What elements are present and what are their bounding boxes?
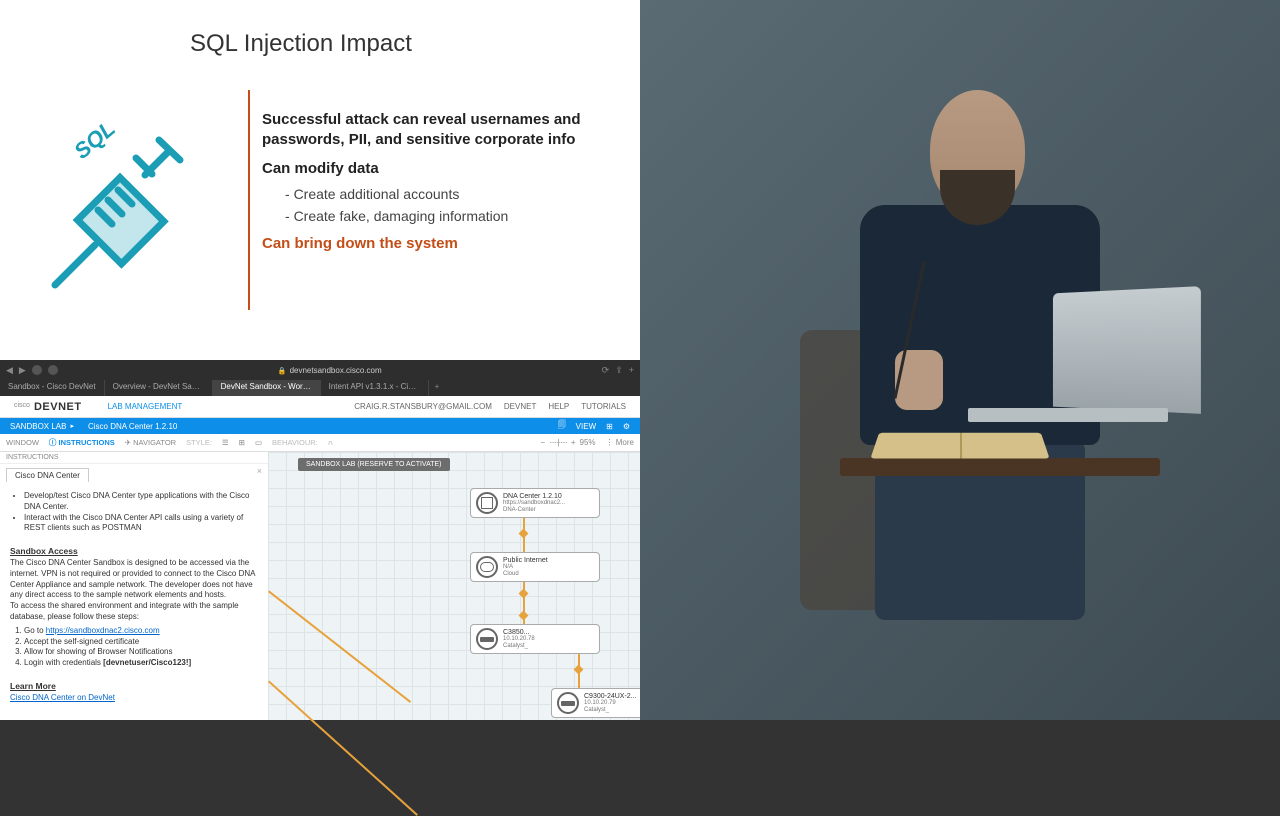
browser-toolbar: ◀ ▶ 🔒devnetsandbox.cisco.com ⟳ ⇪ + <box>0 360 640 380</box>
device-icon <box>476 492 498 514</box>
style-grid-icon[interactable]: ⊞ <box>239 438 245 447</box>
sandbox-window: ◀ ▶ 🔒devnetsandbox.cisco.com ⟳ ⇪ + Sandb… <box>0 360 640 720</box>
presenter-video <box>640 0 1280 720</box>
address-bar[interactable]: 🔒devnetsandbox.cisco.com <box>64 366 596 375</box>
slide-divider <box>248 90 250 310</box>
step-item: Accept the self-signed certificate <box>24 637 258 648</box>
browser-tab[interactable]: Intent API v1.3.1.x - Cisco DNA Center R… <box>321 380 429 396</box>
table-shape <box>840 458 1160 476</box>
slide-point-1: Successful attack can reveal usernames a… <box>262 110 640 151</box>
instr-p: To access the shared environment and int… <box>10 601 239 621</box>
nav-tutorials[interactable]: TUTORIALS <box>581 402 626 411</box>
more-menu[interactable]: ⋮ More <box>606 438 634 447</box>
browser-tab-active[interactable]: DevNet Sandbox - Workspace - Lab Catalog… <box>213 380 321 396</box>
node-dna-center[interactable]: DNA Center 1.2.10https://sandboxdnac2...… <box>470 488 600 518</box>
lock-icon: 🔒 <box>278 368 287 375</box>
instructions-panel: INSTRUCTIONS × Cisco DNA Center Develop/… <box>0 452 268 720</box>
magnet-icon[interactable]: ∩ <box>328 438 333 447</box>
sidebar-toggle-icon[interactable] <box>32 365 42 375</box>
canvas-toolbar: WINDOW ⓘ INSTRUCTIONS ✈ NAVIGATOR STYLE:… <box>0 434 640 452</box>
close-panel-icon[interactable]: × <box>257 466 262 476</box>
instr-li: Interact with the Cisco DNA Center API c… <box>24 513 258 535</box>
dna-center-tab[interactable]: Cisco DNA Center <box>6 468 89 482</box>
lab-management-link[interactable]: LAB MANAGEMENT <box>108 402 183 411</box>
reload-icon[interactable]: ⟳ <box>602 365 610 376</box>
notebook-shape <box>870 433 1049 459</box>
slide-point-2: Can modify data <box>262 160 379 177</box>
reserve-label[interactable]: SANDBOX LAB (RESERVE TO ACTIVATE) <box>298 458 450 471</box>
browser-tab[interactable]: Sandbox - Cisco DevNet <box>0 380 105 396</box>
connector-diamond-icon <box>519 611 529 621</box>
zoom-value: 95% <box>580 438 596 447</box>
user-email[interactable]: CRAIG.R.STANSBURY@GMAIL.COM <box>354 402 492 411</box>
learn-more-link[interactable]: Cisco DNA Center on DevNet <box>10 693 115 702</box>
slide-point-red: Can bring down the system <box>262 235 458 252</box>
step-item: Go to https://sandboxdnac2.cisco.com <box>24 626 258 637</box>
nav-help[interactable]: HELP <box>548 402 569 411</box>
zoom-slider[interactable]: ·····|····· <box>549 438 567 447</box>
lab-name[interactable]: Cisco DNA Center 1.2.10 <box>88 422 177 431</box>
laptop-base-shape <box>968 408 1168 422</box>
sandbox-lab-label: SANDBOX LAB <box>10 422 66 431</box>
share-icon[interactable]: ⇪ <box>615 365 623 376</box>
connector-line <box>268 681 418 816</box>
step-item: Login with credentials [devnetuser/Cisco… <box>24 658 258 669</box>
learn-more-heading: Learn More <box>10 681 56 692</box>
switch-icon <box>557 692 579 714</box>
connector-line <box>268 590 411 702</box>
new-tab-icon[interactable]: + <box>629 365 634 375</box>
connector-diamond-icon <box>519 589 529 599</box>
save-icon[interactable]: 🗐 <box>558 419 566 433</box>
slide-title: SQL Injection Impact <box>190 30 412 58</box>
zoom-in-button[interactable]: + <box>571 438 576 447</box>
instructions-label: INSTRUCTIONS <box>0 452 268 464</box>
connector-diamond-icon <box>519 529 529 539</box>
slide-bullets: - Create additional accounts - Create fa… <box>285 183 508 228</box>
style-label: STYLE: <box>186 438 212 447</box>
cisco-logo: cisco <box>14 404 30 409</box>
settings-icon[interactable]: ⚙ <box>623 422 630 431</box>
zoom-out-button[interactable]: − <box>540 438 545 447</box>
browser-dot[interactable] <box>48 365 58 375</box>
new-tab-plus[interactable]: + <box>429 380 446 396</box>
view-label[interactable]: VIEW <box>576 422 596 431</box>
devnet-logo[interactable]: DEVNET <box>34 401 82 413</box>
nav-devnet[interactable]: DEVNET <box>504 402 536 411</box>
style-list-icon[interactable]: ☰ <box>222 438 229 447</box>
behaviour-label: BEHAVIOUR: <box>272 438 318 447</box>
instr-li: Develop/test Cisco DNA Center type appli… <box>24 491 258 513</box>
instr-p: The Cisco DNA Center Sandbox is designed… <box>10 558 255 599</box>
laptop-screen-shape <box>1053 286 1201 414</box>
sandbox-url-link[interactable]: https://sandboxdnac2.cisco.com <box>46 626 160 635</box>
node-public-internet[interactable]: Public InternetN/ACloud <box>470 552 600 582</box>
chevron-right-icon[interactable]: ▸ <box>70 422 74 430</box>
instructions-toggle[interactable]: ⓘ INSTRUCTIONS <box>49 437 115 448</box>
cloud-icon <box>476 556 498 578</box>
browser-tab[interactable]: Overview - DevNet Sandbox - Document - C… <box>105 380 213 396</box>
style-compact-icon[interactable]: ▭ <box>255 438 262 447</box>
syringe-sql-icon: SQL <box>40 120 220 300</box>
nav-fwd-icon[interactable]: ▶ <box>19 365 26 376</box>
lab-bluebar: SANDBOX LAB ▸ Cisco DNA Center 1.2.10 🗐 … <box>0 418 640 434</box>
navigator-toggle[interactable]: ✈ NAVIGATOR <box>125 438 176 447</box>
grid-icon[interactable]: ⊞ <box>606 422 613 431</box>
connector-diamond-icon <box>574 665 584 675</box>
svg-text:SQL: SQL <box>69 120 120 164</box>
devnet-header: cisco DEVNET LAB MANAGEMENT CRAIG.R.STAN… <box>0 396 640 418</box>
node-c3850[interactable]: C3850...10.10.20.78Catalyst_ <box>470 624 600 654</box>
sandbox-access-heading: Sandbox Access <box>10 546 78 557</box>
window-label: WINDOW <box>6 438 39 447</box>
switch-icon <box>476 628 498 650</box>
browser-tabs: Sandbox - Cisco DevNet Overview - DevNet… <box>0 380 640 396</box>
nav-back-icon[interactable]: ◀ <box>6 365 13 376</box>
topology-canvas[interactable]: SANDBOX LAB (RESERVE TO ACTIVATE) DNA Ce… <box>268 452 640 720</box>
step-item: Allow for showing of Browser Notificatio… <box>24 647 258 658</box>
slide-sql-injection: SQL Injection Impact SQL Successful atta… <box>0 0 640 360</box>
